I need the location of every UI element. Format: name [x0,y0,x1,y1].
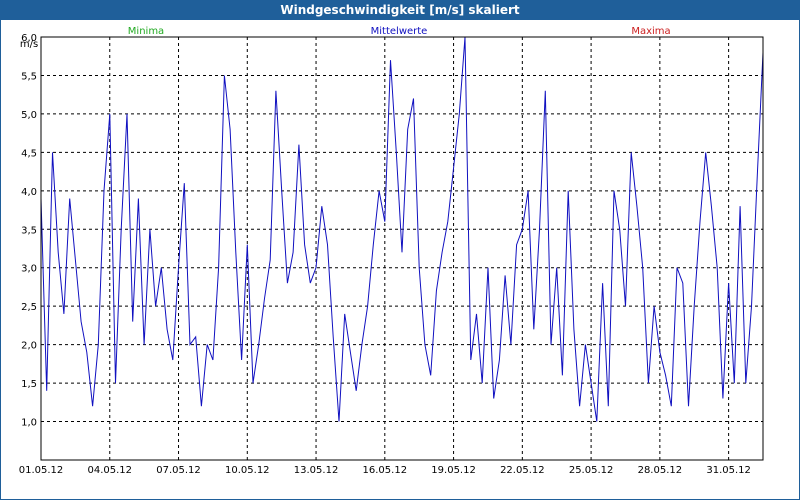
legend-maxima: Maxima [631,26,670,37]
window-title: Windgeschwindigkeit [m/s] skaliert [0,0,800,20]
x-tick-label: 01.05.12 [19,465,64,476]
y-tick-label: 2,0 [21,341,37,352]
y-axis-labels: 1,0 1,5 2,0 2,5 3,0 3,5 4,0 4,5 5,0 5,5 6,0 [21,33,37,429]
y-tick-label: 4,5 [21,148,37,159]
x-tick-label: 25.05.12 [569,465,614,476]
y-tick-label: 1,0 [21,418,37,429]
x-tick-label: 13.05.12 [294,465,339,476]
x-tick-label: 10.05.12 [225,465,270,476]
y-tick-label: 5,5 [21,71,37,82]
x-axis-labels: 01.05.12 04.05.12 07.05.12 10.05.12 13.05.12… [19,465,751,476]
x-tick-label: 07.05.12 [156,465,201,476]
legend-mean: Mittelwerte [371,26,428,37]
x-tick-label: 16.05.12 [363,465,408,476]
chart-svg: Minima Mittelwerte Maxima m/s 1,01,52,02… [19,26,764,476]
x-tick-label: 19.05.12 [431,465,476,476]
y-tick-label: 3,5 [21,225,37,236]
y-tick-label: 2,5 [21,302,37,313]
x-tick-label: 28.05.12 [638,465,683,476]
chart-area: Minima Mittelwerte Maxima m/s 1,0 1,5 2,0 2… [1,20,799,499]
legend-minima: Minima [128,26,164,37]
chart-window: Windgeschwindigkeit [m/s] skaliert Minim… [0,0,800,500]
x-tick-label: 04.05.12 [87,465,132,476]
y-tick-label: 3,0 [21,264,37,275]
x-tick-label: 22.05.12 [500,465,545,476]
y-tick-label: 6,0 [21,33,37,44]
x-tick-label: 31.05.12 [706,465,751,476]
y-tick-label: 4,0 [21,187,37,198]
y-tick-label: 1,5 [21,379,37,390]
y-tick-label: 5,0 [21,110,37,121]
